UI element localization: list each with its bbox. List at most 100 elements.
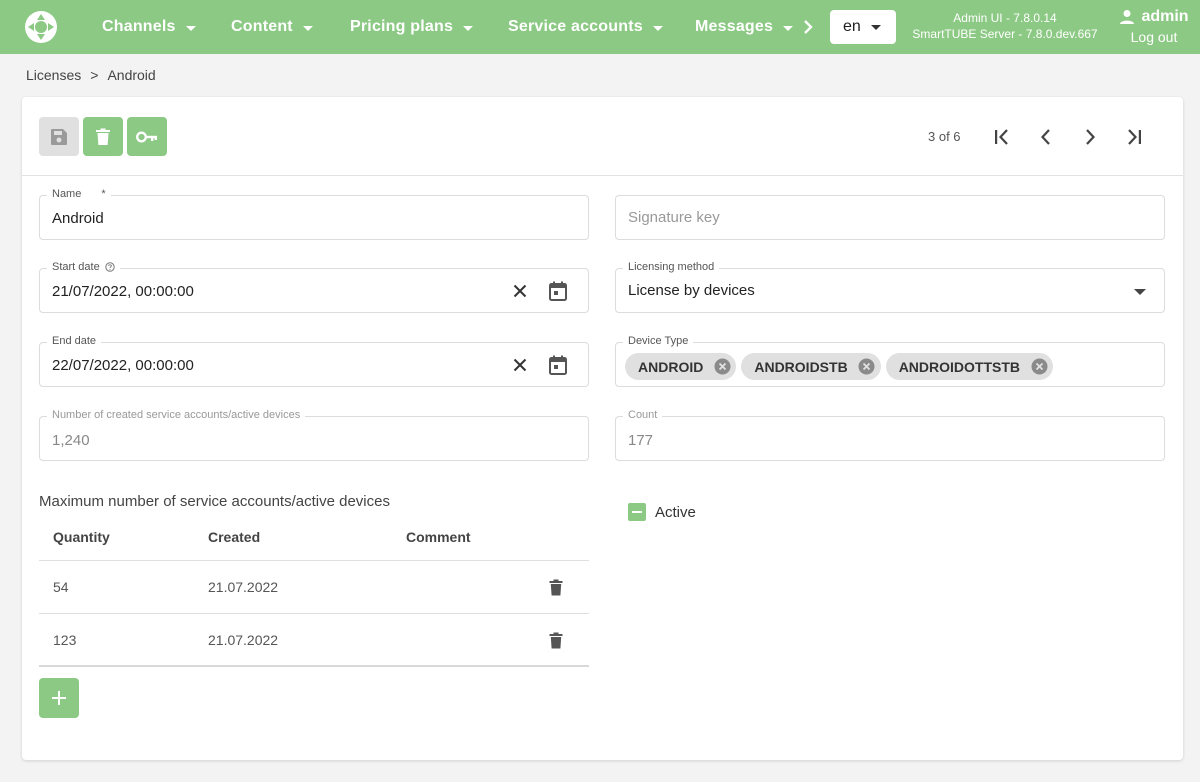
- active-checkbox[interactable]: Active: [628, 503, 696, 521]
- count-value: 177: [628, 432, 654, 449]
- delete-icon: [96, 128, 110, 145]
- nav-scroll-right-icon[interactable]: [801, 17, 815, 37]
- created-count-label: Number of created service accounts/activ…: [47, 409, 306, 421]
- user-menu: admin Log out: [1114, 8, 1194, 45]
- close-icon: [513, 284, 527, 298]
- header-created: Created: [208, 529, 261, 545]
- nav-item-label: Content: [231, 18, 293, 35]
- caret-down-icon: [783, 25, 794, 31]
- nav-item-messages[interactable]: Messages: [695, 0, 794, 54]
- last-page-icon: [1128, 129, 1141, 145]
- version-info: Admin UI - 7.8.0.14 SmartTUBE Server - 7…: [905, 10, 1105, 42]
- name-field[interactable]: Name * Android: [39, 188, 589, 240]
- start-date-value: 21/07/2022, 00:00:00: [52, 283, 194, 300]
- language-value: en: [843, 18, 861, 35]
- caret-down-icon: [302, 25, 313, 31]
- toolbar: 3 of 6: [22, 97, 1183, 176]
- chip-remove-icon[interactable]: [858, 358, 876, 376]
- caret-down-icon: [463, 25, 474, 31]
- save-button[interactable]: [39, 117, 79, 156]
- name-label: Name *: [47, 188, 111, 200]
- active-label: Active: [655, 503, 696, 521]
- caret-down-icon[interactable]: [1134, 289, 1146, 295]
- chip-androidstb: ANDROIDSTB: [741, 353, 881, 380]
- created-count-value: 1,240: [52, 432, 90, 449]
- delete-icon: [549, 632, 563, 648]
- last-page-button[interactable]: [1122, 125, 1146, 149]
- clear-end-date-button[interactable]: [510, 355, 530, 375]
- count-field: Count 177: [615, 409, 1165, 461]
- chip-remove-icon[interactable]: [713, 358, 731, 376]
- start-date-field[interactable]: Start date 21/07/2022, 00:00:00: [39, 261, 589, 313]
- chip-label: ANDROIDOTTSTB: [898, 358, 1021, 375]
- logout-link[interactable]: Log out: [1114, 29, 1194, 45]
- max-devices-table: Quantity Created Comment 54 21.07.2022 1…: [39, 515, 589, 667]
- save-icon: [51, 128, 67, 145]
- start-date-label-text: Start date: [52, 261, 100, 273]
- device-type-label: Device Type: [623, 335, 694, 347]
- key-icon: [136, 131, 157, 142]
- first-page-icon: [995, 129, 1008, 145]
- caret-down-icon: [652, 25, 663, 31]
- start-date-picker-button[interactable]: [548, 281, 568, 301]
- header-comment: Comment: [406, 529, 471, 545]
- delete-row-button[interactable]: [546, 630, 566, 650]
- user-icon: [1120, 10, 1135, 24]
- nav-item-label: Channels: [102, 18, 176, 35]
- table-row[interactable]: 54 21.07.2022: [39, 561, 589, 614]
- chip-android: ANDROID: [625, 353, 737, 380]
- end-date-picker-button[interactable]: [548, 355, 568, 375]
- pager-position: 3 of 6: [928, 129, 961, 144]
- clear-start-date-button[interactable]: [510, 281, 530, 301]
- first-page-button[interactable]: [990, 125, 1014, 149]
- license-edit-card: 3 of 6 Name * Android Signature key Star…: [22, 97, 1183, 760]
- breadcrumb: Licenses > Android: [26, 67, 156, 83]
- chevron-left-icon: [1040, 129, 1050, 145]
- licensing-method-value: License by devices: [628, 282, 755, 299]
- cell-created: 21.07.2022: [208, 579, 279, 595]
- signature-key-placeholder: Signature key: [628, 209, 720, 226]
- nav-item-label: Messages: [695, 18, 774, 35]
- chip-androidottstb: ANDROIDOTTSTB: [885, 353, 1054, 380]
- caret-down-icon: [185, 25, 196, 31]
- breadcrumb-licenses[interactable]: Licenses: [26, 67, 81, 83]
- user-name-button[interactable]: admin: [1114, 8, 1194, 26]
- nav-item-channels[interactable]: Channels: [102, 0, 196, 54]
- header-quantity: Quantity: [53, 529, 110, 545]
- end-date-field[interactable]: End date 22/07/2022, 00:00:00: [39, 335, 589, 387]
- table-header: Quantity Created Comment: [39, 515, 589, 561]
- chip-label: ANDROIDSTB: [754, 358, 848, 375]
- previous-page-button[interactable]: [1034, 125, 1058, 149]
- delete-button[interactable]: [83, 117, 123, 156]
- chip-remove-icon[interactable]: [1030, 358, 1048, 376]
- breadcrumb-separator: >: [90, 67, 99, 83]
- next-page-button[interactable]: [1078, 125, 1102, 149]
- logo-icon[interactable]: [25, 11, 57, 43]
- nav-item-service-accounts[interactable]: Service accounts: [508, 0, 663, 54]
- end-date-label: End date: [47, 335, 102, 347]
- delete-icon: [549, 579, 563, 595]
- nav-item-label: Service accounts: [508, 18, 643, 35]
- signature-key-field[interactable]: Signature key: [615, 195, 1165, 240]
- checkbox-indeterminate-icon: [628, 503, 646, 521]
- generate-key-button[interactable]: [127, 117, 167, 156]
- nav-item-label: Pricing plans: [350, 18, 454, 35]
- cell-quantity: 54: [53, 579, 69, 595]
- licensing-method-label: Licensing method: [623, 261, 720, 273]
- admin-ui-version: Admin UI - 7.8.0.14: [953, 11, 1057, 25]
- device-type-field[interactable]: Device Type ANDROID ANDROIDSTB ANDROIDOT…: [615, 335, 1165, 387]
- help-icon[interactable]: [105, 262, 115, 272]
- delete-row-button[interactable]: [546, 577, 566, 597]
- nav-item-pricing-plans[interactable]: Pricing plans: [350, 0, 474, 54]
- device-type-chips: ANDROID ANDROIDSTB ANDROIDOTTSTB: [625, 353, 1058, 380]
- nav-item-content[interactable]: Content: [231, 0, 313, 54]
- created-count-field: Number of created service accounts/activ…: [39, 409, 589, 461]
- close-icon: [513, 358, 527, 372]
- table-row[interactable]: 123 21.07.2022: [39, 614, 589, 667]
- required-mark: *: [101, 188, 106, 200]
- cell-quantity: 123: [53, 632, 77, 648]
- add-row-button[interactable]: [39, 678, 79, 718]
- language-select[interactable]: en: [830, 10, 896, 44]
- licensing-method-select[interactable]: Licensing method License by devices: [615, 261, 1165, 313]
- cell-created: 21.07.2022: [208, 632, 279, 648]
